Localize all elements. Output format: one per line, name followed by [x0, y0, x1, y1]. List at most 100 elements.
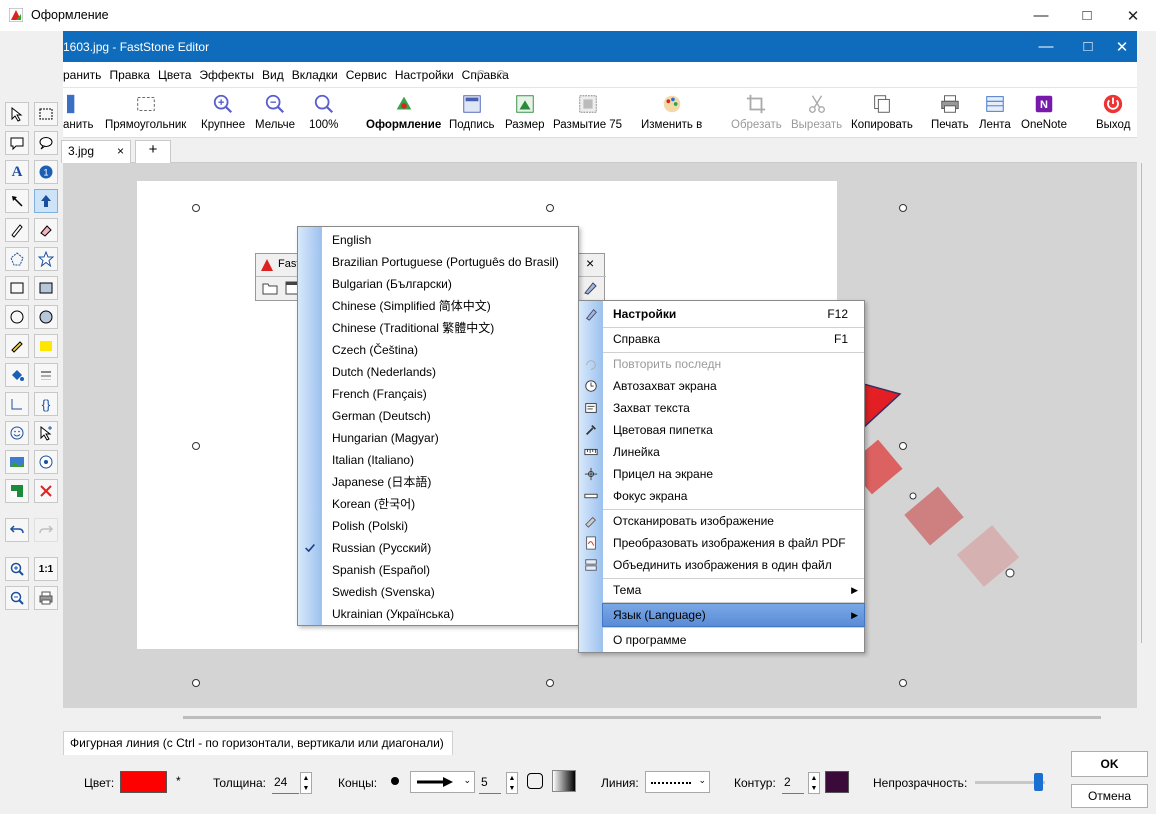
- color-swap-icon[interactable]: [5, 479, 29, 503]
- cancel-button[interactable]: Отмена: [1071, 784, 1148, 808]
- lang-chinese-traditional[interactable]: Chinese (Traditional 繁體中文): [322, 317, 578, 339]
- maximize-button[interactable]: □: [1064, 0, 1110, 31]
- cut-button[interactable]: Вырезать: [791, 90, 842, 136]
- redo-icon[interactable]: [34, 518, 58, 542]
- menu-edit[interactable]: Правка: [105, 62, 154, 88]
- lang-japanese[interactable]: Japanese (日本語): [322, 471, 578, 493]
- lang-czech[interactable]: Czech (Čeština): [322, 339, 578, 361]
- document-tab[interactable]: 3.jpg ×: [61, 140, 131, 163]
- resize-handle[interactable]: [192, 442, 200, 450]
- contour-spinner[interactable]: ▲ ▼: [808, 772, 820, 794]
- filled-ellipse-icon[interactable]: [34, 305, 58, 329]
- arrow-size-input[interactable]: 5: [479, 772, 501, 794]
- insert-image-icon[interactable]: [5, 450, 29, 474]
- ok-button[interactable]: OK: [1071, 751, 1148, 777]
- lang-ukrainian[interactable]: Ukrainian (Українська): [322, 603, 578, 625]
- editor-minimize-button[interactable]: —: [1023, 31, 1069, 62]
- lang-italian[interactable]: Italian (Italiano): [322, 449, 578, 471]
- ribbon-button[interactable]: Лента: [979, 90, 1011, 136]
- menu-item-text-capture[interactable]: Захват текста: [603, 397, 864, 419]
- resize-handle[interactable]: [899, 204, 907, 212]
- lang-chinese-simplified[interactable]: Chinese (Simplified 简体中文): [322, 295, 578, 317]
- decorate-button[interactable]: Оформление: [366, 90, 441, 136]
- save-button[interactable]: анить: [63, 90, 93, 136]
- new-tab-button[interactable]: +: [135, 140, 171, 163]
- contour-width-input[interactable]: 2: [782, 772, 804, 794]
- menu-item-merge[interactable]: Объединить изображения в один файл: [603, 554, 864, 576]
- zoom-out-icon[interactable]: [5, 586, 29, 610]
- menu-item-crosshair[interactable]: Прицел на экране: [603, 463, 864, 485]
- lang-russian[interactable]: Russian (Русский): [322, 537, 578, 559]
- opacity-slider-thumb[interactable]: [1033, 773, 1043, 791]
- print-icon[interactable]: [34, 586, 58, 610]
- menu-item-about[interactable]: О программе: [603, 629, 864, 651]
- lang-english[interactable]: English: [322, 229, 578, 251]
- menu-item-focus[interactable]: Фокус экрана: [603, 485, 864, 507]
- delete-object-icon[interactable]: [34, 479, 58, 503]
- rect-select-icon[interactable]: [34, 102, 58, 126]
- rectangle-tool-icon[interactable]: [5, 276, 29, 300]
- lang-german[interactable]: German (Deutsch): [322, 405, 578, 427]
- undo-icon[interactable]: [5, 518, 29, 542]
- filled-rectangle-icon[interactable]: [34, 276, 58, 300]
- angle-line-icon[interactable]: [5, 392, 29, 416]
- exit-button[interactable]: Выход: [1096, 90, 1130, 136]
- resize-button[interactable]: Размер: [505, 90, 545, 136]
- editor-close-button[interactable]: ✕: [1107, 31, 1137, 62]
- line-arrow-icon[interactable]: [5, 189, 29, 213]
- menu-item-color-picker[interactable]: Цветовая пипетка: [603, 419, 864, 441]
- select-tool-icon[interactable]: [5, 102, 29, 126]
- copy-button[interactable]: Копировать: [851, 90, 913, 136]
- fill-bucket-icon[interactable]: [5, 363, 29, 387]
- rounded-end-icon[interactable]: [527, 773, 543, 789]
- lang-spanish[interactable]: Spanish (Español): [322, 559, 578, 581]
- end-dot-icon[interactable]: [391, 777, 399, 785]
- thickness-input[interactable]: 24: [272, 772, 299, 794]
- redo-small-icon[interactable]: ↷: [497, 67, 507, 81]
- minimize-button[interactable]: —: [1018, 0, 1064, 31]
- blur-tool-icon[interactable]: [34, 363, 58, 387]
- menu-tabs[interactable]: Вкладки: [288, 62, 342, 88]
- thickness-spinner[interactable]: ▲ ▼: [300, 772, 312, 794]
- horizontal-scrollbar[interactable]: [183, 716, 1101, 719]
- undo-small-icon[interactable]: ↶: [475, 67, 485, 81]
- callout-oval-icon[interactable]: [34, 131, 58, 155]
- magnifier-spot-icon[interactable]: [34, 450, 58, 474]
- menu-item-repeat-last[interactable]: Повторить последн: [603, 353, 864, 375]
- menu-colors[interactable]: Цвета: [154, 62, 195, 88]
- lang-portuguese-br[interactable]: Brazilian Portuguese (Português do Brasi…: [322, 251, 578, 273]
- resize-handle[interactable]: [546, 679, 554, 687]
- zoom-in-button[interactable]: Крупнее: [201, 90, 245, 136]
- resize-handle[interactable]: [192, 204, 200, 212]
- menu-service[interactable]: Сервис: [342, 62, 391, 88]
- arrow-size-spinner[interactable]: ▲ ▼: [506, 772, 518, 794]
- tab-close-icon[interactable]: ×: [117, 144, 124, 158]
- lang-swedish[interactable]: Swedish (Svenska): [322, 581, 578, 603]
- editor-maximize-button[interactable]: □: [1065, 31, 1111, 62]
- actual-size-icon[interactable]: 1:1: [34, 557, 58, 581]
- lang-polish[interactable]: Polish (Polski): [322, 515, 578, 537]
- lang-bulgarian[interactable]: Bulgarian (Български): [322, 273, 578, 295]
- color-swatch[interactable]: [120, 771, 167, 793]
- convert-button[interactable]: Изменить в: [641, 90, 702, 136]
- text-tool-icon[interactable]: A: [5, 160, 29, 184]
- cursor-stamp-icon[interactable]: [34, 421, 58, 445]
- ellipse-tool-icon[interactable]: [5, 305, 29, 329]
- lang-dutch[interactable]: Dutch (Nederlands): [322, 361, 578, 383]
- zoom-out-button[interactable]: Мельче: [255, 90, 295, 136]
- rectangle-select-button[interactable]: Прямоугольник: [105, 90, 186, 136]
- number-tool-icon[interactable]: 1: [34, 160, 58, 184]
- lang-french[interactable]: French (Français): [322, 383, 578, 405]
- crop-button[interactable]: Обрезать: [731, 90, 782, 136]
- zoom-100-button[interactable]: 100%: [309, 90, 338, 136]
- onenote-button[interactable]: N OneNote: [1021, 90, 1067, 136]
- mini-close-icon[interactable]: ×: [586, 255, 594, 271]
- resize-handle[interactable]: [546, 204, 554, 212]
- braces-tool-icon[interactable]: {}: [34, 392, 58, 416]
- menu-item-language[interactable]: Язык (Language) ▶: [602, 603, 865, 627]
- caption-button[interactable]: Подпись: [449, 90, 495, 136]
- zoom-in-icon[interactable]: [5, 557, 29, 581]
- contour-color-swatch[interactable]: [825, 771, 849, 793]
- menu-item-to-pdf[interactable]: Преобразовать изображения в файл PDF: [603, 532, 864, 554]
- line-style-select[interactable]: ⌄: [645, 771, 710, 793]
